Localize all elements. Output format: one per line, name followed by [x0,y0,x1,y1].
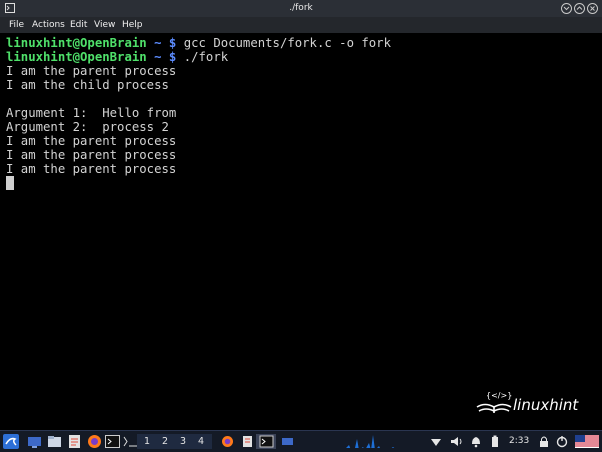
window-icon[interactable] [280,434,295,449]
close-icon [587,3,598,14]
text-cursor [6,176,14,190]
firefox-window-icon[interactable] [220,434,235,449]
window-titlebar: ./fork [0,0,602,17]
workspace-2[interactable]: 2 [162,436,168,447]
prompt-tilde: ~ [154,36,162,50]
output-line: I am the parent process [6,148,177,162]
notification-icon[interactable] [470,434,482,449]
minimize-icon [561,3,572,14]
workspace-4[interactable]: 4 [198,436,204,447]
linuxhint-logo: {</>} linuxhint [476,391,579,414]
firefox-icon[interactable] [87,434,102,449]
network-icon[interactable] [430,434,442,449]
power-icon[interactable] [556,434,568,449]
text-editor-icon[interactable] [67,434,82,449]
volume-icon[interactable] [450,434,463,449]
menu-actions[interactable]: Actions [32,20,65,30]
file-manager-icon[interactable] [47,434,62,449]
workspace-1[interactable]: 1 [144,436,150,447]
minimize-button[interactable] [561,3,572,14]
lock-screen-icon[interactable] [537,434,551,449]
terminal-icon[interactable] [105,434,120,449]
svg-text:{</>}: {</>} [486,391,512,400]
clock[interactable]: 2:33 [509,436,529,446]
output-line: I am the parent process [6,134,177,148]
output-line: Argument 2: process 2 [6,120,169,134]
prompt-tilde: ~ [154,50,162,64]
terminal-area[interactable]: linuxhint@OpenBrain ~ $ gcc Documents/fo… [0,33,602,430]
battery-icon[interactable] [490,434,500,449]
menu-edit[interactable]: Edit [70,20,87,30]
menu-view[interactable]: View [94,20,115,30]
prompt-user: linuxhint@OpenBrain [6,36,147,50]
output-line: I am the parent process [6,162,177,176]
command-text: ./fork [176,50,229,64]
book-icon: {</>} [476,391,512,413]
show-desktop-icon[interactable] [27,434,42,449]
maximize-button[interactable] [574,3,585,14]
command-line-1: linuxhint@OpenBrain ~ $ gcc Documents/fo… [6,36,391,50]
command-line-2: linuxhint@OpenBrain ~ $ ./fork [6,50,228,64]
taskbar: 1 2 3 4 2:33 [0,430,602,452]
menu-bar: File Actions Edit View Help [0,17,602,33]
flag-icon [575,435,599,448]
command-text: gcc Documents/fork.c -o fork [176,36,391,50]
output-line: I am the parent process [6,64,177,78]
editor-window-icon[interactable] [240,434,255,449]
watermark-text: linuxhint [513,396,579,414]
close-button[interactable] [587,3,598,14]
terminal-window-icon[interactable] [259,434,274,449]
output-line: Argument 1: Hello from [6,106,177,120]
workspace-3[interactable]: 3 [180,436,186,447]
kali-menu-icon[interactable] [3,434,19,449]
prompt-user: linuxhint@OpenBrain [6,50,147,64]
menu-file[interactable]: File [9,20,24,30]
maximize-icon [574,3,585,14]
menu-help[interactable]: Help [122,20,143,30]
window-title: ./fork [289,3,313,13]
output-line: I am the child process [6,78,169,92]
cpu-graph-icon [346,435,401,448]
